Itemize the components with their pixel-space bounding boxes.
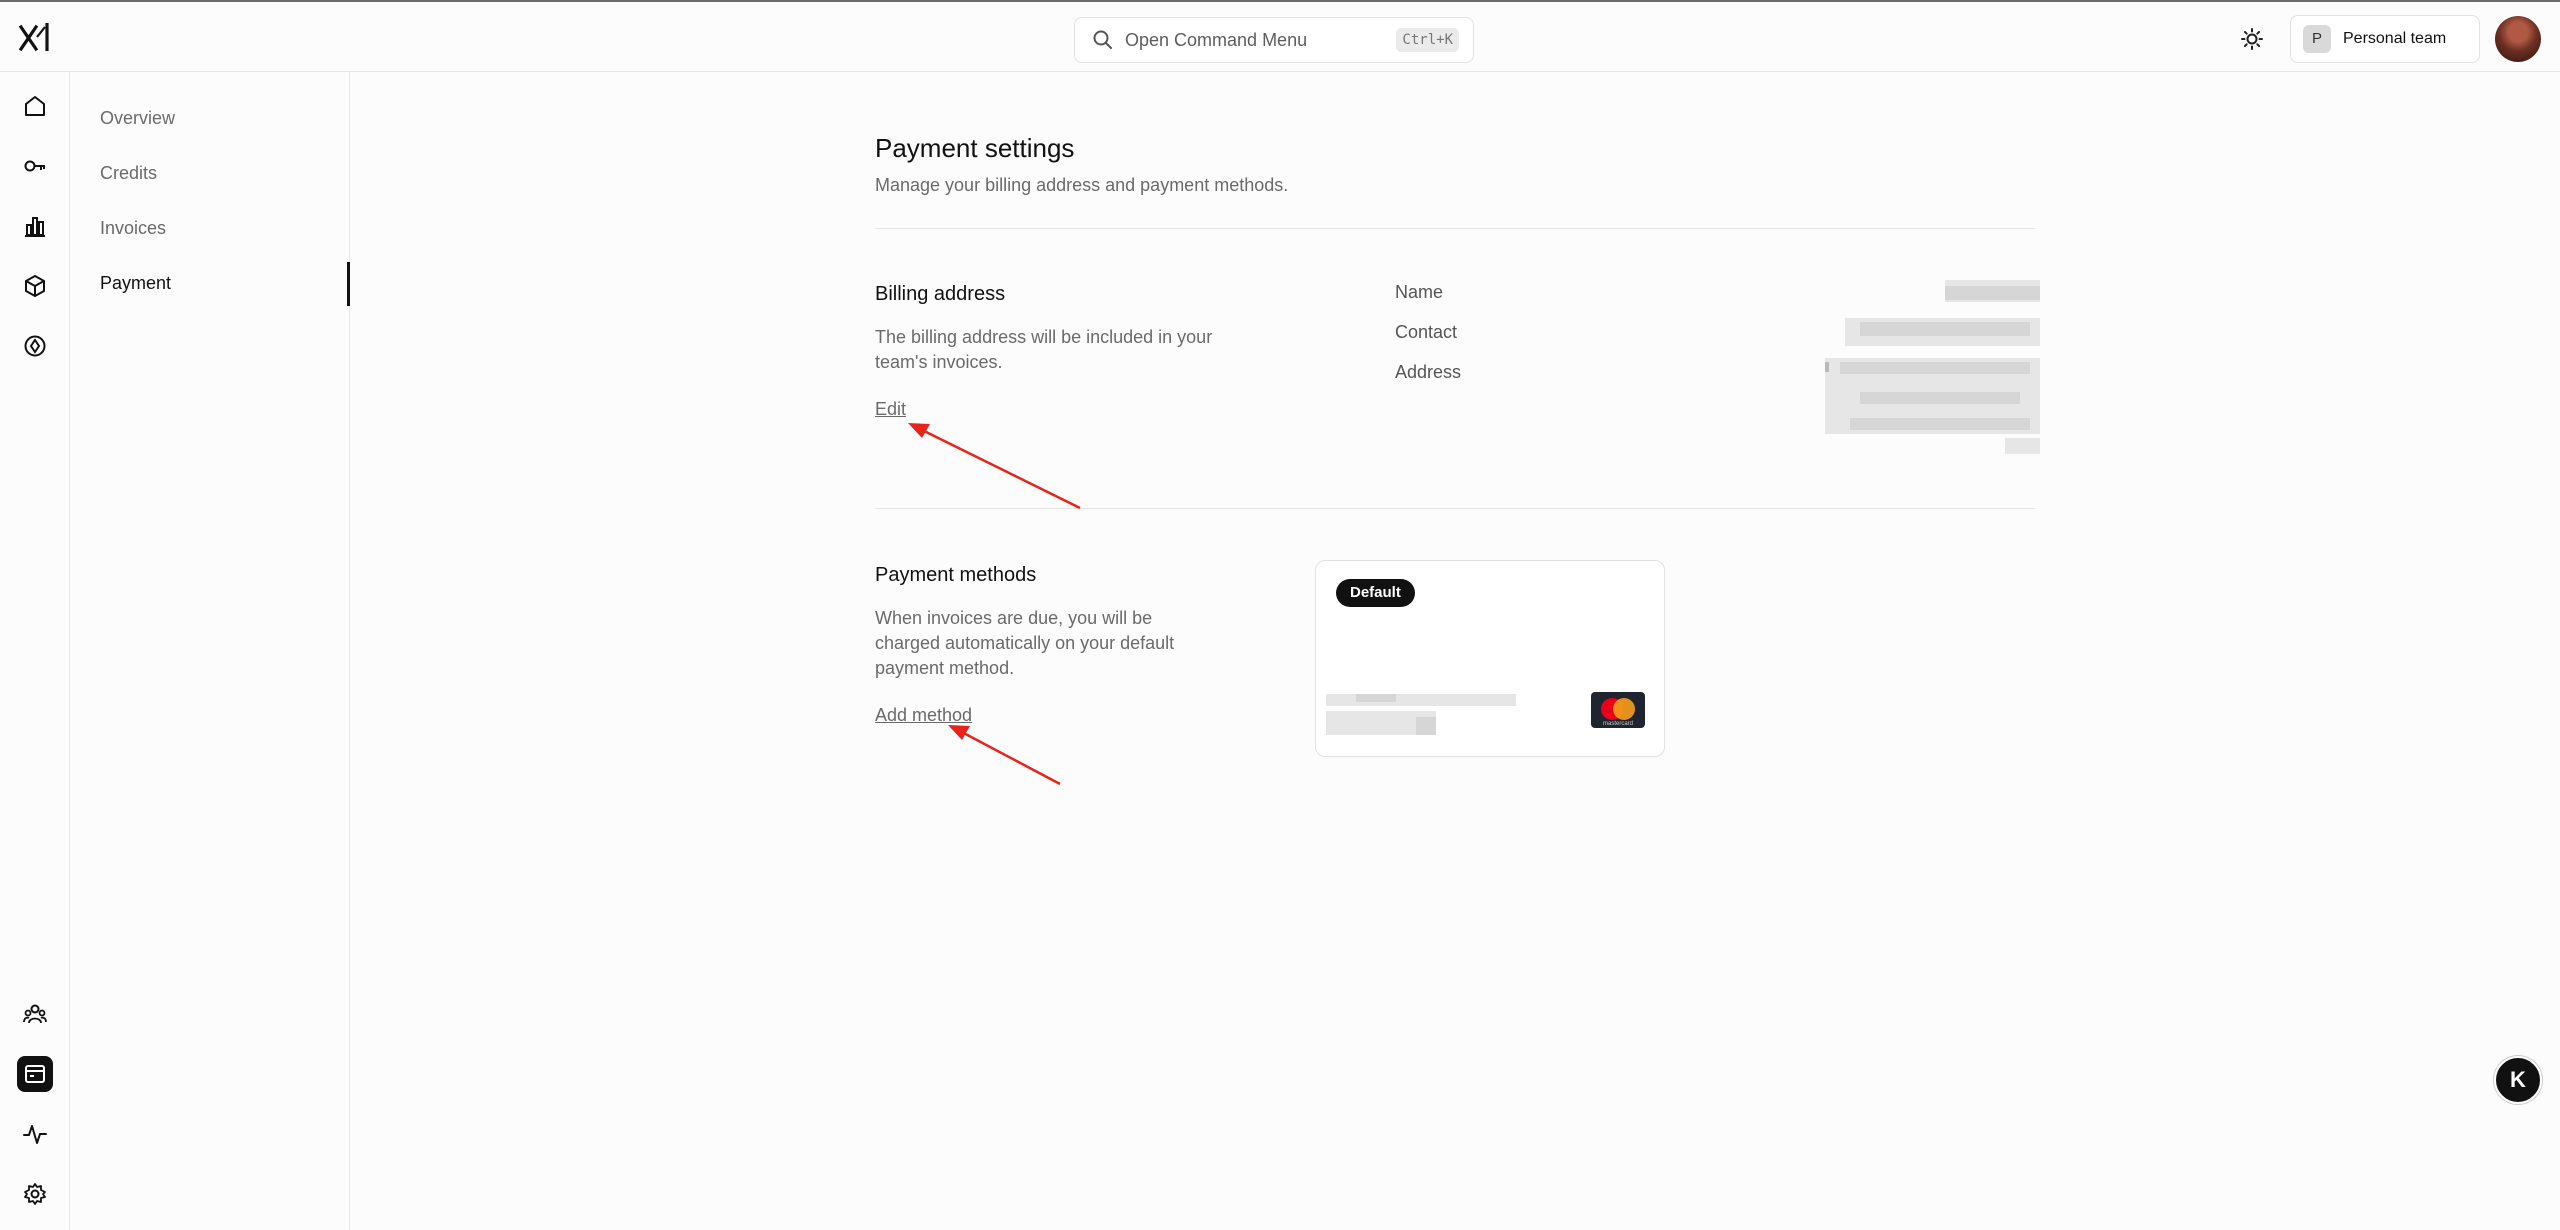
activity-icon[interactable] — [17, 1116, 53, 1152]
home-icon[interactable] — [17, 88, 53, 124]
key-icon[interactable] — [17, 148, 53, 184]
contact-label: Contact — [1395, 322, 1458, 342]
icon-rail — [0, 72, 70, 1230]
top-bar: Open Command Menu Ctrl+K P Personal team — [0, 0, 2560, 72]
user-avatar[interactable] — [2495, 16, 2541, 62]
arrow-to-edit-icon — [908, 423, 1081, 510]
default-badge: Default — [1336, 579, 1415, 607]
subnav-item-payment[interactable]: Payment — [100, 273, 171, 294]
team-icon[interactable] — [17, 996, 53, 1032]
payment-methods-title: Payment methods — [875, 564, 1037, 586]
command-menu-button[interactable]: Open Command Menu Ctrl+K — [1074, 17, 1474, 63]
arrow-to-add-method-icon — [948, 725, 1061, 786]
subnav-item-overview[interactable]: Overview — [100, 108, 175, 129]
bar-chart-icon[interactable] — [17, 208, 53, 244]
payment-card[interactable]: Default mastercard — [1315, 560, 1665, 757]
add-method-link[interactable]: Add method — [875, 705, 972, 726]
search-icon — [1091, 28, 1115, 52]
compass-icon[interactable] — [17, 328, 53, 364]
subnav-item-invoices[interactable]: Invoices — [100, 218, 166, 239]
cube-icon[interactable] — [17, 268, 53, 304]
payment-methods-description: When invoices are due, you will be charg… — [875, 608, 1175, 678]
edit-billing-link[interactable]: Edit — [875, 399, 906, 420]
active-indicator — [347, 262, 350, 306]
billing-subnav: Overview Credits Invoices Payment — [70, 72, 350, 1230]
team-switcher[interactable]: P Personal team — [2290, 15, 2480, 63]
page-subtitle: Manage your billing address and payment … — [875, 175, 1289, 195]
mastercard-logo-icon: mastercard — [1591, 692, 1645, 728]
theme-toggle-sun-icon[interactable] — [2240, 27, 2264, 51]
shortcut-hint: Ctrl+K — [1396, 28, 1459, 52]
page-title: Payment settings — [875, 133, 1075, 163]
divider — [875, 228, 2035, 229]
command-menu-label: Open Command Menu — [1125, 29, 1308, 50]
billing-address-title: Billing address — [875, 283, 1006, 305]
subnav-item-credits[interactable]: Credits — [100, 163, 157, 184]
team-avatar: P — [2303, 25, 2331, 53]
billing-address-description: The billing address will be included in … — [875, 327, 1213, 372]
team-name: Personal team — [2343, 30, 2447, 47]
divider — [875, 508, 2035, 509]
name-label: Name — [1395, 282, 1444, 302]
settings-icon[interactable] — [17, 1176, 53, 1212]
billing-icon[interactable] — [17, 1056, 53, 1092]
address-label: Address — [1395, 362, 1462, 382]
xai-logo-icon[interactable] — [16, 18, 54, 56]
help-widget-icon[interactable]: K — [2494, 1056, 2542, 1104]
